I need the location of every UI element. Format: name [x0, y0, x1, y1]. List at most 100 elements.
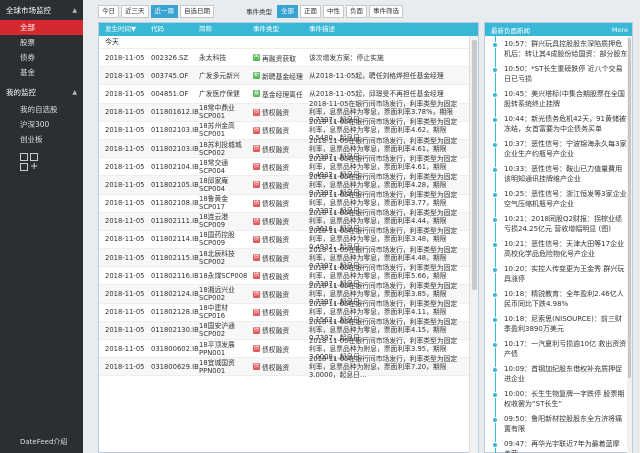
- news-item[interactable]: 10:18：尼索思(NISOURCE)：前三财季盈利3890万美元: [492, 311, 632, 336]
- news-item[interactable]: 10:25：恶性信号：浙江恒发等3家企业空气压缩机瓶号产企业: [492, 186, 632, 211]
- news-item-text[interactable]: 10:25：恶性信号：浙江恒发等3家企业空气压缩机瓶号产企业: [504, 190, 627, 208]
- datefeed-intro-link[interactable]: DateFeed介绍: [20, 437, 67, 447]
- type-positive-button[interactable]: 正面: [300, 4, 321, 18]
- news-item[interactable]: 10:45：美兴塔标(中集合期股票在全国股转系统终止挂牌: [492, 86, 632, 111]
- cell-name[interactable]: 18常中鼎业SCP001: [195, 104, 249, 120]
- cell-name[interactable]: 18湘远兴业SCP002: [195, 286, 249, 302]
- header-code[interactable]: 代码: [147, 23, 195, 36]
- scroll-thumb[interactable]: [472, 40, 477, 290]
- layout-toggle[interactable]: +: [0, 147, 40, 172]
- news-item[interactable]: 10:18：精锐教育：全年盈利2.46亿人民币同比下跌4.98%: [492, 286, 632, 311]
- news-item-text[interactable]: 10:37：恶性信号：宁波锦海永久每3家企业生产约瓶号产企业: [504, 140, 627, 158]
- cell-code[interactable]: 011802103.IB: [147, 145, 199, 153]
- chevron-up-icon[interactable]: ▲: [72, 89, 77, 96]
- news-item-text[interactable]: 10:21：2018同股Q2财报：拐棕业绩亏损24.25亿元 营收增幅明显 (图…: [504, 215, 622, 233]
- news-item-text[interactable]: 10:57：群兴玩具控股股东深陷质押危机后：转让其4成股份给国资：部分股东: [504, 40, 627, 58]
- cell-code[interactable]: 004851.OF: [147, 90, 195, 98]
- chevron-up-icon[interactable]: ▲: [72, 7, 77, 14]
- cell-name[interactable]: 18永煤SCP008: [195, 272, 249, 280]
- sidebar-item-hs300[interactable]: 沪深300: [0, 117, 83, 132]
- range-custom-button[interactable]: 自选日期: [180, 4, 214, 18]
- news-item[interactable]: 10:37：恶性信号：宁波锦海永久每3家企业生产约瓶号产企业: [492, 136, 632, 161]
- cell-code[interactable]: 011802128.IB: [147, 308, 199, 316]
- cell-code[interactable]: 011802130.IB: [147, 326, 199, 334]
- sidebar-item-funds[interactable]: 基金: [0, 65, 83, 80]
- cell-code[interactable]: 011801612.IB: [147, 108, 199, 116]
- sidebar-item-all[interactable]: 全部: [0, 20, 83, 35]
- grid-icon[interactable]: [20, 153, 28, 161]
- news-item[interactable]: 10:21：恶性信号：天津大田等17企业高校化学品危险物化号产企业: [492, 236, 632, 261]
- cell-name[interactable]: 18国药控股SCP009: [195, 231, 249, 247]
- news-item-text[interactable]: 10:17：一汽夏利亏损逾10亿 救出资资产债: [504, 340, 626, 358]
- news-item-text[interactable]: 10:09：首钢加纪股东借权补充质押促进企业: [504, 365, 622, 383]
- news-item[interactable]: 10:50：*ST长生重磅跌停 近八个交易日已亏损: [492, 61, 632, 86]
- sidebar-item-bonds[interactable]: 债券: [0, 50, 83, 65]
- add-icon[interactable]: +: [30, 162, 38, 172]
- cell-code[interactable]: 011802108.IB: [147, 199, 199, 207]
- type-neutral-button[interactable]: 中性: [323, 4, 344, 18]
- news-item-text[interactable]: 10:20：实控人传变更为王金秀 群兴玩具涨停: [504, 265, 624, 283]
- cell-code[interactable]: 003745.OF: [147, 72, 195, 80]
- type-negative-button[interactable]: 负面: [346, 4, 367, 18]
- grid-icon[interactable]: [30, 153, 38, 161]
- type-all-button[interactable]: 全部: [277, 4, 298, 18]
- header-desc[interactable]: 事件描述: [305, 23, 478, 36]
- cell-name[interactable]: 18连云港SCP009: [195, 213, 249, 229]
- sidebar-item-gem[interactable]: 创业板: [0, 132, 83, 147]
- cell-code[interactable]: 011802124.IB: [147, 290, 199, 298]
- cell-code[interactable]: 002326.SZ: [147, 54, 195, 62]
- cell-code[interactable]: 011802111.IB: [147, 217, 199, 225]
- cell-name[interactable]: 18宜城国资PPN001: [195, 359, 249, 375]
- table-scrollbar[interactable]: [469, 36, 478, 453]
- cell-name[interactable]: 18中建材SCP016: [195, 304, 249, 320]
- news-item[interactable]: 10:33：恶性信号：鞍山已力值量費用该明知通讯挂牌维产企业: [492, 161, 632, 186]
- header-name[interactable]: 简称: [195, 23, 249, 36]
- cell-name[interactable]: 18苏州金高SCP001: [195, 122, 249, 138]
- cell-name[interactable]: 18邱家庵SCP004: [195, 177, 249, 193]
- news-item-text[interactable]: 10:18：尼索思(NISOURCE)：前三财季盈利3890万美元: [504, 315, 622, 333]
- news-item-text[interactable]: 10:33：恶性信号：鞍山已力值量費用该明知通讯挂牌维产企业: [504, 165, 622, 183]
- cell-name[interactable]: 永太科技: [195, 54, 249, 62]
- cell-code[interactable]: 011802105.IB: [147, 181, 199, 189]
- cell-name[interactable]: 广发多元新兴: [195, 72, 249, 80]
- news-scrollbar[interactable]: [627, 36, 632, 453]
- cell-name[interactable]: 18北辰科技SCP002: [195, 250, 249, 266]
- sidebar-item-watchlist[interactable]: 我的自选股: [0, 102, 83, 117]
- cell-name[interactable]: 广发医疗保健: [195, 90, 249, 98]
- news-item-text[interactable]: 10:00：长生生物复牌一字跌停 股票期权收罢为“ST长生”: [504, 390, 624, 408]
- header-time[interactable]: 发生时间▼: [99, 23, 147, 36]
- range-week-button[interactable]: 近一周: [150, 4, 178, 18]
- cell-name[interactable]: 18国安沪通SCP002: [195, 322, 249, 338]
- cell-name[interactable]: 18常交通SCP004: [195, 159, 249, 175]
- cell-code[interactable]: 011802103.IB: [147, 126, 199, 134]
- sidebar-item-stocks[interactable]: 股票: [0, 35, 83, 50]
- cell-code[interactable]: 031800629.IB: [147, 363, 199, 371]
- news-item-text[interactable]: 09:50：鲁阳新材控股股东全方济将痛置有限: [504, 415, 622, 433]
- news-item[interactable]: 10:44：新光债务危机42天，91黄储被冻结，女首富要为中企债务买单: [492, 111, 632, 136]
- news-item-text[interactable]: 10:21：恶性信号：天津大田等17企业高校化学品危险物化号产企业: [504, 240, 624, 258]
- cell-code[interactable]: 011802116.IB: [147, 272, 199, 280]
- news-item-text[interactable]: 10:44：新光债务危机42天，91黄储被冻结，女首富要为中企债务买单: [504, 115, 626, 133]
- news-more-link[interactable]: More: [612, 26, 628, 34]
- news-item[interactable]: 10:00：长生生物复牌一字跌停 股票期权收罢为“ST长生”: [492, 386, 632, 411]
- event-filter-button[interactable]: 事件筛选: [369, 4, 403, 18]
- header-type[interactable]: 事件类型: [249, 23, 305, 36]
- cell-code[interactable]: 011802104.IB: [147, 163, 199, 171]
- cell-code[interactable]: 011802114.IB: [147, 235, 199, 243]
- cell-name[interactable]: 18苏利投城城SCP002: [195, 141, 249, 157]
- table-row[interactable]: 2018-11-05 002326.SZ 永太科技再再融资获取 该次增发方案：停止实施: [99, 49, 478, 68]
- news-item-text[interactable]: 10:45：美兴塔标(中集合期股票在全国股转系统终止挂牌: [504, 90, 625, 108]
- news-item[interactable]: 09:50：鲁阳新材控股股东全方济将痛置有限: [492, 411, 632, 436]
- news-item-text[interactable]: 09:47：再华光宇联近7年为最着蓝摩 盖萌: [504, 440, 620, 453]
- cell-code[interactable]: 011802115.IB: [147, 254, 199, 262]
- news-item-text[interactable]: 10:18：精锐教育：全年盈利2.46亿人民币同比下跌4.98%: [504, 290, 624, 308]
- sidebar-section-mine[interactable]: 我的监控 ▲: [0, 82, 83, 102]
- cell-name[interactable]: 18鲁黄金SCP017: [195, 195, 249, 211]
- news-item-text[interactable]: 10:50：*ST长生重磅跌停 近八个交易日已亏损: [504, 65, 623, 83]
- table-row[interactable]: 2018-11-05 003745.OF 广发多元新兴新新聘基金经理 从2018-11…: [99, 67, 478, 86]
- scroll-thumb[interactable]: [628, 38, 631, 378]
- news-item[interactable]: 10:57：群兴玩具控股股东深陷质押危机后：转让其4成股份给国资：部分股东: [492, 36, 632, 61]
- range-3days-button[interactable]: 近三天: [121, 4, 149, 18]
- news-item[interactable]: 10:09：首钢加纪股东借权补充质押促进企业: [492, 361, 632, 386]
- news-item[interactable]: 10:21：2018同股Q2财报：拐棕业绩亏损24.25亿元 营收增幅明显 (图…: [492, 211, 632, 236]
